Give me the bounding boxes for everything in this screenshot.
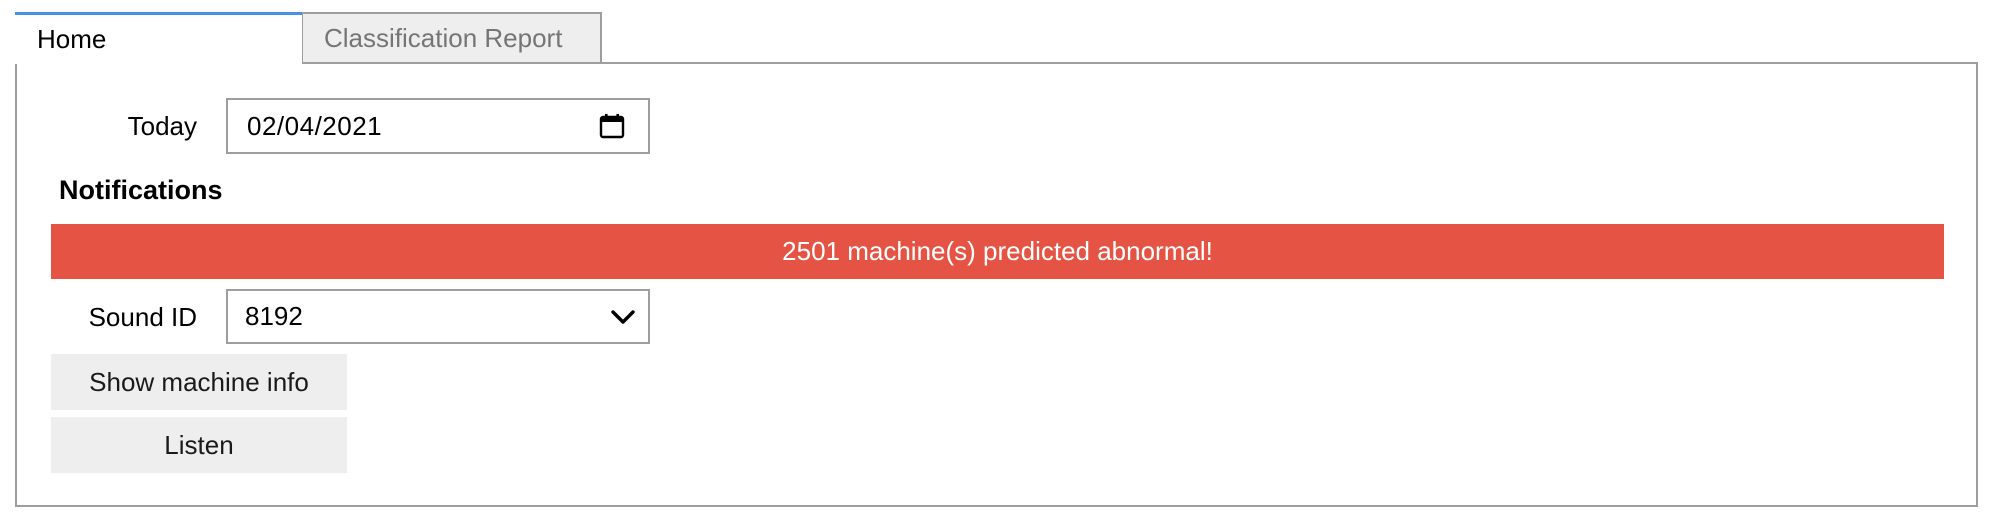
calendar-icon[interactable] [599,113,625,139]
date-input[interactable]: 02/04/2021 [226,98,650,154]
notifications-title: Notifications [59,175,223,205]
tab-home-label: Home [37,24,107,54]
sound-id-value: 8192 [245,301,303,331]
abnormal-alert-banner: 2501 machine(s) predicted abnormal! [51,224,1944,279]
tab-classification-report[interactable]: Classification Report [301,12,602,62]
listen-button[interactable]: Listen [51,417,347,473]
chevron-down-icon [611,310,635,324]
sound-id-label: Sound ID [88,302,197,332]
today-label: Today [127,111,197,141]
tab-home[interactable]: Home [15,12,302,64]
tab-classification-report-label: Classification Report [324,22,563,53]
sound-id-select[interactable]: 8192 [226,289,650,344]
tab-bar: Home Classification Report [15,12,1978,64]
home-panel: Today 02/04/2021 Notifications 2501 mach… [15,62,1978,507]
date-value: 02/04/2021 [247,110,383,141]
show-machine-info-button[interactable]: Show machine info [51,354,347,410]
alert-text: 2501 machine(s) predicted abnormal! [782,236,1213,266]
tab-widget: Home Classification Report Today 02/04/2… [15,12,1978,507]
